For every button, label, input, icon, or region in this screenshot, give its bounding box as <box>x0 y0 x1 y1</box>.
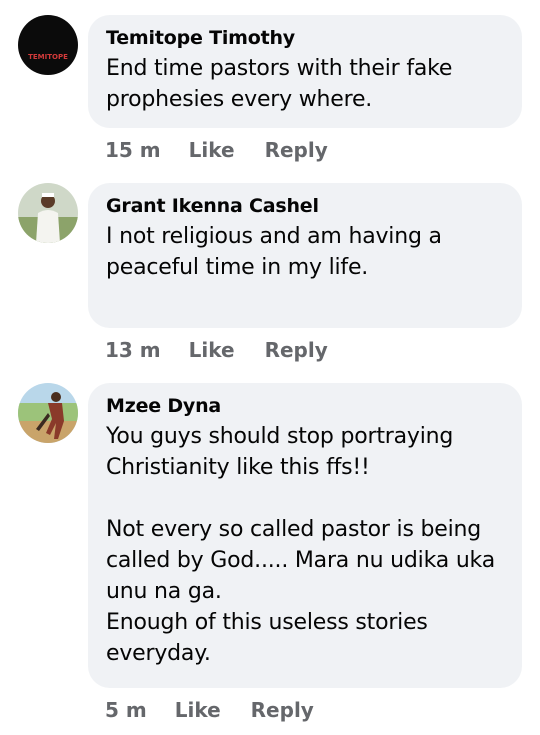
comment-bubble: Temitope Timothy End time pastors with t… <box>88 15 522 128</box>
comment-author[interactable]: Mzee Dyna <box>106 393 504 419</box>
comment-author[interactable]: Grant Ikenna Cashel <box>106 193 504 219</box>
avatar-image <box>18 183 78 243</box>
comment-bubble: Grant Ikenna Cashel I not religious and … <box>88 183 522 328</box>
avatar-image <box>18 383 78 443</box>
like-button[interactable]: Like <box>175 697 221 723</box>
comment-timestamp[interactable]: 15 m <box>105 137 161 163</box>
comment-bubble: Mzee Dyna You guys should stop portrayin… <box>88 383 522 688</box>
comment-timestamp[interactable]: 5 m <box>105 697 147 723</box>
avatar-logo-text: TEMITOPE <box>28 53 68 61</box>
avatar[interactable]: TEMITOPE <box>18 15 78 75</box>
reply-button[interactable]: Reply <box>251 697 314 723</box>
avatar-image: TEMITOPE <box>18 15 78 75</box>
reply-button[interactable]: Reply <box>265 137 328 163</box>
like-button[interactable]: Like <box>189 137 235 163</box>
reply-button[interactable]: Reply <box>265 337 328 363</box>
like-button[interactable]: Like <box>189 337 235 363</box>
avatar[interactable] <box>18 183 78 243</box>
comment-actions: 13 m Like Reply <box>105 337 328 363</box>
comment-text: End time pastors with their fake prophes… <box>106 56 453 112</box>
comment-text: You guys should stop portraying Christia… <box>106 424 495 666</box>
avatar[interactable] <box>18 383 78 443</box>
comment-actions: 5 m Like Reply <box>105 697 314 723</box>
comment-text: I not religious and am having a peaceful… <box>106 224 442 280</box>
comment-actions: 15 m Like Reply <box>105 137 328 163</box>
comment-timestamp[interactable]: 13 m <box>105 337 161 363</box>
comment-author[interactable]: Temitope Timothy <box>106 25 504 51</box>
